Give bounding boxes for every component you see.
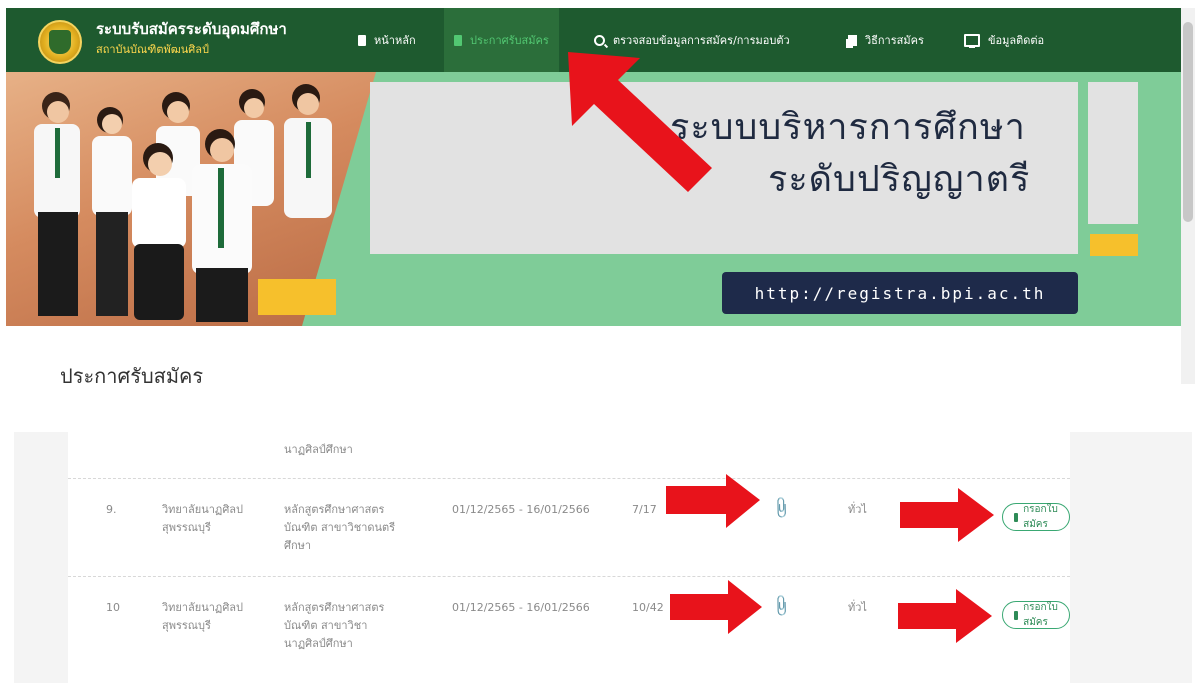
nav-item-label: ข้อมูลติดต่อ [988, 34, 1045, 47]
monitor-icon [964, 33, 980, 48]
table-cell-dates: 01/12/2565 - 16/01/2566 [452, 503, 590, 516]
nav-item-contact[interactable]: ข้อมูลติดต่อ [964, 8, 1044, 72]
banner-title-line1: ระบบบริหารการศึกษา [670, 107, 1026, 148]
table-cell-count: 10/42 [632, 601, 664, 614]
banner-decor-yellow [1090, 234, 1138, 256]
table-row: 9. วิทยาลัยนาฏศิลป สุพรรณบุรี หลักสูตรศึ… [68, 478, 1070, 577]
banner-url: http://registra.bpi.ac.th [722, 272, 1078, 314]
search-icon [594, 34, 605, 46]
nav-item-label: วิธีการสมัคร [865, 34, 924, 47]
attachment-icon[interactable]: 📎 [768, 593, 794, 619]
table-cell-program: หลักสูตรศึกษาศาสตร บัณฑิต สาขาวิชาดนตรี … [284, 503, 396, 552]
document-icon [1014, 512, 1019, 522]
scrollbar[interactable] [1181, 8, 1195, 384]
brand-subtitle: สถาบันบัณฑิตพัฒนศิลป์ [96, 43, 209, 56]
nav-item-home[interactable]: หน้าหลัก [358, 8, 416, 72]
brand-title[interactable]: ระบบรับสมัครระดับอุดมศึกษา [96, 17, 287, 41]
table-cell-no: 9. [106, 503, 117, 516]
hero-banner: ระบบบริหารการศึกษา ระดับปริญญาตรี http:/… [6, 72, 1186, 326]
nav-item-how-to-apply[interactable]: วิธีการสมัคร [848, 8, 924, 72]
banner-decor-yellow [258, 279, 336, 315]
table-cell-program: หลักสูตรศึกษาศาสตร บัณฑิต สาขาวิชา นาฏศิ… [284, 601, 385, 650]
banner-title-line2: ระดับปริญญาตรี [768, 159, 1031, 200]
table-cell-no: 10 [106, 601, 120, 614]
institute-logo[interactable] [38, 20, 82, 64]
table-cell-college: วิทยาลัยนาฏศิลป สุพรรณบุรี [162, 503, 244, 534]
document-icon [454, 34, 462, 46]
nav-item-label: ตรวจสอบข้อมูลการสมัคร/การมอบตัว [613, 34, 790, 47]
scrollbar-thumb[interactable] [1183, 22, 1193, 222]
document-icon [358, 34, 366, 46]
nav-item-check-status[interactable]: ตรวจสอบข้อมูลการสมัคร/การมอบตัว [594, 8, 790, 72]
table-cell-type: ทั่วไ [848, 601, 867, 614]
apply-form-button[interactable]: กรอกใบสมัคร [1002, 601, 1070, 629]
page-title: ประกาศรับสมัคร [60, 364, 204, 386]
announcement-table: นาฏศิลป์ศึกษา 9. วิทยาลัยนาฏศิลป สุพรรณบ… [68, 432, 1070, 683]
copy-icon [848, 34, 857, 46]
site-screenshot-bottom: นาฏศิลป์ศึกษา 9. วิทยาลัยนาฏศิลป สุพรรณบ… [14, 432, 1192, 683]
table-cell-count: 7/17 [632, 503, 657, 516]
table-cell-college: วิทยาลัยนาฏศิลป สุพรรณบุรี [162, 601, 244, 632]
site-screenshot-top: ระบบรับสมัครระดับอุดมศึกษา สถาบันบัณฑิตพ… [6, 8, 1186, 386]
table-cell-program: นาฏศิลป์ศึกษา [284, 443, 353, 456]
nav-item-label: หน้าหลัก [374, 34, 416, 47]
nav-item-label: ประกาศรับสมัคร [470, 34, 549, 47]
attachment-icon[interactable]: 📎 [768, 495, 794, 521]
apply-form-button[interactable]: กรอกใบสมัคร [1002, 503, 1070, 531]
apply-form-button-label: กรอกใบสมัคร [1023, 504, 1058, 530]
table-cell-type: ทั่วไ [848, 503, 867, 516]
banner-decor-block [1088, 82, 1138, 224]
nav-item-announcements[interactable]: ประกาศรับสมัคร [444, 8, 559, 72]
document-icon [1014, 610, 1019, 620]
table-cell-dates: 01/12/2565 - 16/01/2566 [452, 601, 590, 614]
apply-form-button-label: กรอกใบสมัคร [1023, 602, 1058, 628]
table-row: 10 วิทยาลัยนาฏศิลป สุพรรณบุรี หลักสูตรศึ… [68, 576, 1070, 683]
navbar: ระบบรับสมัครระดับอุดมศึกษา สถาบันบัณฑิตพ… [6, 8, 1186, 72]
